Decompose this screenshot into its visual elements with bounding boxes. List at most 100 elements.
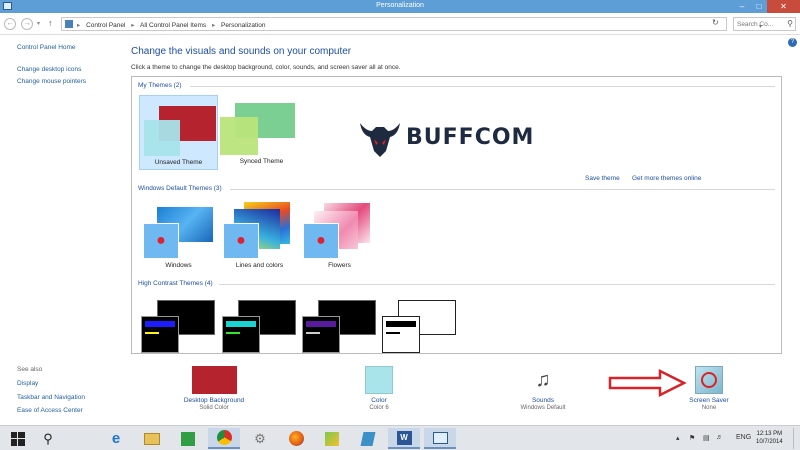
desktop-background-label[interactable]: Desktop Background [170, 397, 258, 404]
control-panel-button[interactable] [424, 428, 456, 449]
group-label-high-contrast: High Contrast Themes (4) [138, 280, 213, 287]
screen-saver-item[interactable]: Screen Saver None [674, 366, 744, 411]
breadcrumb-separator: ▸ [77, 22, 81, 29]
speaker-music-icon: ♫ [535, 369, 551, 391]
internet-explorer-icon: e [111, 430, 121, 447]
sidebar-item-desktop-icons[interactable]: Change desktop icons [17, 66, 81, 73]
windows-logo-icon [11, 431, 25, 446]
firefox-icon [288, 431, 304, 446]
show-hidden-icons-icon[interactable]: ▴ [676, 434, 680, 442]
sounds-label[interactable]: Sounds [508, 397, 578, 404]
minimize-button[interactable]: – [735, 0, 749, 13]
save-theme-link[interactable]: Save theme [585, 175, 620, 182]
forward-button[interactable]: → [21, 18, 33, 30]
breadcrumb-separator: ▸ [131, 22, 135, 29]
breadcrumb-item-all-items[interactable]: All Control Panel Items [140, 22, 206, 29]
recent-pages-chevron-icon[interactable]: ▾ [37, 20, 40, 27]
taskbar: ⚲ e ⚙ W ▴ ⚑ ▤ ♬ ENG 12:13 PM 10/7/2014 [0, 425, 800, 450]
clock-date: 10/7/2014 [756, 439, 783, 445]
search-taskbar-button[interactable]: ⚲ [32, 428, 64, 449]
sidebar-item-mouse-pointers[interactable]: Change mouse pointers [17, 78, 86, 85]
desktop-background-item[interactable]: Desktop Background Solid Color [170, 366, 258, 411]
theme-high-contrast-white[interactable] [380, 295, 458, 353]
help-icon[interactable]: ? [788, 38, 797, 47]
back-button[interactable]: ← [4, 18, 16, 30]
word-icon: W [396, 430, 412, 445]
search-box[interactable]: ⚲ [733, 17, 796, 31]
theme-name: Lines and colors [235, 262, 284, 269]
folder-icon [144, 432, 160, 445]
get-more-themes-link[interactable]: Get more themes online [632, 175, 701, 182]
internet-explorer-button[interactable]: e [100, 428, 132, 449]
control-panel-icon [65, 20, 73, 28]
color-item[interactable]: Color Color 6 [344, 366, 414, 411]
theme-name: Windows [165, 262, 192, 269]
group-label-default-themes: Windows Default Themes (3) [138, 185, 222, 192]
start-button[interactable] [2, 428, 34, 449]
window-title: Personalization [376, 2, 424, 9]
maximize-button[interactable]: □ [752, 0, 766, 13]
screen-saver-label[interactable]: Screen Saver [674, 397, 744, 404]
theme-lines-colors[interactable]: ● Lines and colors [220, 199, 299, 272]
color-swatch [365, 366, 393, 394]
volume-icon[interactable]: ♬ [716, 434, 723, 441]
color-value: Color 6 [369, 405, 389, 411]
color-palette-icon: ● [143, 223, 179, 259]
divider [219, 284, 775, 285]
breadcrumb-item-personalization[interactable]: Personalization [221, 22, 265, 29]
store-button[interactable] [172, 428, 204, 449]
theme-high-contrast-black[interactable] [300, 295, 378, 353]
refresh-icon[interactable]: ↻ [712, 18, 719, 27]
flag-icon[interactable]: ⚑ [689, 434, 695, 442]
theme-unsaved[interactable]: Unsaved Theme [139, 95, 218, 170]
breadcrumb[interactable]: ▸ Control Panel ▸ All Control Panel Item… [61, 17, 762, 31]
search-icon[interactable]: ⚲ [787, 19, 793, 28]
divider [190, 86, 775, 87]
page-description: Click a theme to change the desktop back… [131, 64, 401, 71]
notepad-icon [360, 431, 376, 446]
chrome-icon [216, 430, 232, 445]
watermark: BUFFCOM [356, 113, 542, 161]
paint-icon [325, 431, 339, 446]
file-explorer-button[interactable] [136, 428, 168, 449]
divider [230, 189, 775, 190]
sidebar-item-control-panel-home[interactable]: Control Panel Home [17, 44, 76, 51]
show-desktop-button[interactable] [793, 428, 798, 449]
language-indicator[interactable]: ENG [736, 434, 751, 441]
sidebar-item-display[interactable]: Display [17, 380, 38, 387]
watermark-text: BUFFCOM [406, 125, 535, 150]
chrome-button[interactable] [208, 428, 240, 449]
theme-high-contrast-1[interactable] [139, 295, 217, 353]
theme-synced[interactable]: Synced Theme [220, 95, 301, 170]
theme-windows[interactable]: ● Windows [139, 199, 218, 272]
page-title: Change the visuals and sounds on your co… [131, 46, 352, 57]
sounds-item[interactable]: ♫ Sounds Windows Default [508, 366, 578, 411]
sidebar-item-taskbar-navigation[interactable]: Taskbar and Navigation [17, 394, 85, 401]
bull-logo-icon [360, 123, 400, 157]
see-also-heading: See also [17, 366, 43, 373]
app-button-2[interactable] [352, 428, 384, 449]
desktop-background-value: Solid Color [199, 405, 229, 411]
close-button[interactable]: ✕ [767, 0, 800, 13]
breadcrumb-item-control-panel[interactable]: Control Panel [86, 22, 125, 29]
title-bar: Personalization – □ ✕ [0, 0, 800, 13]
color-label[interactable]: Color [344, 397, 414, 404]
word-button[interactable]: W [388, 428, 420, 449]
desktop-background-swatch [191, 366, 237, 394]
screen-saver-value: None [701, 405, 717, 411]
paint-button[interactable] [316, 428, 348, 449]
firefox-button[interactable] [280, 428, 312, 449]
app-button[interactable]: ⚙ [244, 428, 276, 449]
network-icon[interactable]: ▤ [703, 434, 710, 442]
breadcrumb-separator: ▸ [211, 22, 216, 29]
sidebar-item-ease-of-access[interactable]: Ease of Access Center [17, 407, 83, 414]
clock[interactable]: 12:13 PM 10/7/2014 [756, 430, 783, 446]
up-button[interactable]: ↑ [48, 18, 53, 28]
address-bar: ← → ▾ ↑ ▸ Control Panel ▸ All Control Pa… [0, 13, 800, 35]
color-palette-icon: ● [303, 223, 339, 259]
theme-high-contrast-2[interactable] [220, 295, 298, 353]
gear-icon: ⚙ [254, 430, 266, 446]
store-icon [181, 431, 195, 446]
theme-flowers[interactable]: ● Flowers [300, 199, 379, 272]
search-input[interactable] [734, 18, 784, 30]
